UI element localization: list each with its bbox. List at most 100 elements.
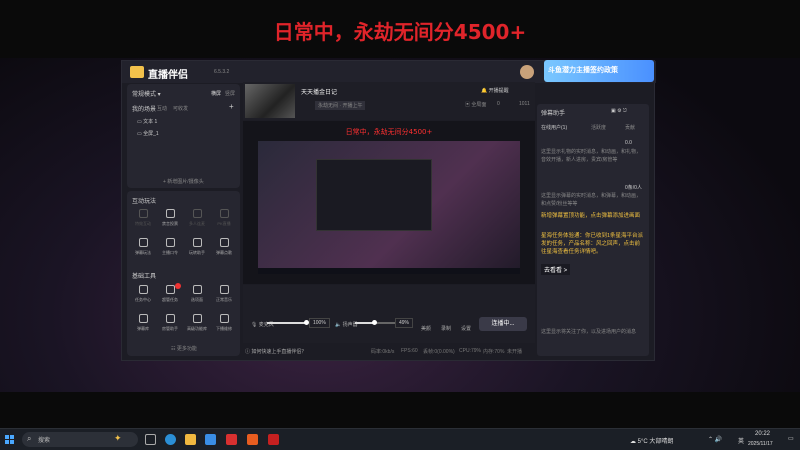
cover-thumbnail[interactable] <box>245 84 295 118</box>
chat-panel: 弹幕助手 ▣ ⚙ ⎋ 在线用户(1) 活跃度 贡献 0.0 这里显示礼物的实时消… <box>537 104 649 356</box>
task-view-icon[interactable] <box>145 434 156 445</box>
stream-category[interactable]: 永劫无间 · 开播上午 <box>315 101 366 110</box>
scene-item[interactable]: ▭ 文本 1 <box>137 118 157 125</box>
tab-activity[interactable]: 活跃度 <box>591 124 606 131</box>
settings-button[interactable]: 设置 <box>461 325 471 332</box>
new-source-button[interactable]: + 新增图片/摄像头 <box>163 178 204 185</box>
slides-icon <box>192 285 202 294</box>
notice-star-task[interactable]: 星海任务体验通：你已收到1条星海平台派发的任务，产品名称：风之回声，点击前往星海… <box>541 232 645 256</box>
multi-user-icon <box>192 209 202 218</box>
store-icon[interactable] <box>205 434 216 445</box>
tab-contribution[interactable]: 贡献 <box>625 124 635 131</box>
orientation-horizontal[interactable]: 横屏 <box>211 90 221 97</box>
mic-slider[interactable] <box>267 320 309 325</box>
schedule-reminder[interactable]: 🔔 开播提醒 <box>481 87 509 94</box>
tool-assistant[interactable]: 玩转助手 <box>184 238 210 256</box>
tab-my-scenes[interactable]: 我的场景 <box>132 104 156 113</box>
ad-icon <box>165 285 175 294</box>
record-button[interactable]: 录制 <box>441 325 451 332</box>
go-live-button[interactable]: 连播中... <box>479 317 527 331</box>
stream-header: 天天播金日记 永劫无间 · 开播上午 🔔 开播提醒 ▣ 全局面 0 1011 <box>243 82 535 120</box>
tool-multi-mic[interactable]: 多人连麦 <box>184 209 210 227</box>
user-avatar[interactable] <box>520 65 534 79</box>
search-icon: ⌕ <box>27 434 32 443</box>
tab-interact[interactable]: 互动 <box>157 105 167 112</box>
promo-banner[interactable]: 斗鱼潜力主播签约政策 <box>544 60 654 82</box>
start-icon[interactable] <box>5 435 15 445</box>
tool-pk[interactable]: PK直播 <box>211 209 237 227</box>
command-icon <box>165 238 175 247</box>
more-features-button[interactable]: ☷ 更多功能 <box>171 345 197 352</box>
notification-icon[interactable]: ▭ <box>788 435 794 442</box>
library-icon <box>138 314 148 323</box>
speaker-slider-knob[interactable] <box>372 320 377 325</box>
bitrate-readout: 码率:0kb/s <box>371 349 395 355</box>
chat-panel-title: 弹幕助手 <box>541 111 566 117</box>
global-badge[interactable]: ▣ 全局面 <box>465 101 486 108</box>
tool-task-center[interactable]: 任务中心 <box>130 285 156 303</box>
stage-caption[interactable]: 日常中，永劫无间分4500+ <box>243 127 535 137</box>
fps-readout: FPS:60 <box>401 348 418 354</box>
tab-sendable[interactable]: 可收发 <box>173 105 188 112</box>
edge-icon[interactable] <box>165 434 176 445</box>
see-more-link[interactable]: 去看看 > <box>541 264 571 275</box>
help-link[interactable]: ⓘ 如何快速上手直播伴侣？ <box>245 348 306 355</box>
tool-music[interactable]: 正常音乐 <box>211 285 237 303</box>
notice-pin[interactable]: 新增弹幕置顶功能，点击弹幕添加进画面 <box>541 212 645 220</box>
tool-fx[interactable]: 特效互动 <box>130 209 156 227</box>
app-icon[interactable] <box>247 434 258 445</box>
mic-value[interactable]: 100% <box>309 318 330 328</box>
tool-advanced[interactable]: 高级功能库 <box>184 314 210 332</box>
tool-repair[interactable]: 下播维修 <box>211 314 237 332</box>
tool-command[interactable]: 主播口令 <box>157 238 183 256</box>
status-bar: ⓘ 如何快速上手直播伴侣？ 码率:0kb/s FPS:60 丢帧:0(0.00%… <box>243 346 535 356</box>
panel-settings-icons[interactable]: ▣ ⚙ ⎋ <box>611 108 627 114</box>
clock-time[interactable]: 20:22 <box>755 431 770 437</box>
advanced-icon <box>192 314 202 323</box>
basic-tools-title: 基础工具 <box>132 274 157 280</box>
wps-icon[interactable] <box>226 434 237 445</box>
mode-select[interactable]: 常规模式 ▾ <box>132 89 161 98</box>
live-companion-icon[interactable] <box>268 434 279 445</box>
tool-manager[interactable]: 房管助手 <box>157 314 183 332</box>
viewer-count: 1011 <box>519 101 530 107</box>
tool-song[interactable]: 弹幕点歌 <box>211 238 237 256</box>
nested-taskbar <box>258 268 520 274</box>
tool-library[interactable]: 弹幕库 <box>130 314 156 332</box>
stream-title[interactable]: 天天播金日记 <box>301 87 337 96</box>
overlay-title: 日常中，永劫无间分4500+ <box>273 20 527 44</box>
app-logo-icon <box>130 66 144 78</box>
scene-item[interactable]: ▭ 全屏_1 <box>137 130 159 137</box>
orientation-vertical[interactable]: 竖屏 <box>225 90 235 97</box>
tool-slides[interactable]: 选项面 <box>184 285 210 303</box>
interaction-title: 互动玩法 <box>132 199 157 205</box>
clock-date[interactable]: 2025/11/17 <box>748 441 773 447</box>
windows-taskbar: ⌕ 搜索 ✦ ☁ 5°C 大部晴朗 ⌃ 🔊 英 20:22 2025/11/17… <box>0 428 800 450</box>
weather-widget[interactable]: ☁ 5°C 大部晴朗 <box>630 436 673 445</box>
overlay-banner: 日常中，永劫无间分4500+ <box>0 0 800 58</box>
download-icon <box>219 285 229 294</box>
scene-panel: 常规模式 ▾ 横屏 竖屏 我的场景 互动 可收发 + ▭ 文本 1 ▭ 全屏_1… <box>127 84 240 188</box>
tray-icons[interactable]: ⌃ 🔊 <box>708 436 722 443</box>
preview-stage[interactable]: 日常中，永劫无间分4500+ <box>243 121 535 284</box>
add-scene-icon[interactable]: + <box>229 102 234 111</box>
speaker-slider[interactable] <box>355 320 395 325</box>
taskbar-search[interactable]: ⌕ 搜索 ✦ <box>22 432 138 447</box>
dropped-frames-readout: 丢帧:0(0.00%) <box>423 349 455 355</box>
speaker-value[interactable]: 49% <box>395 318 414 328</box>
captured-screen <box>258 141 520 274</box>
tool-vote[interactable]: 禁言投票 <box>157 209 183 227</box>
tool-danmaku-play[interactable]: 弹幕玩法 <box>130 238 156 256</box>
cpu-readout: CPU:79% <box>459 348 481 354</box>
search-placeholder: 搜索 <box>38 438 51 444</box>
wrench-icon <box>219 314 229 323</box>
gift-count: 0.0 <box>625 140 632 146</box>
app-name: 直播伴侣 <box>148 70 188 81</box>
tab-online-users[interactable]: 在线用户(1) <box>541 124 567 131</box>
music-icon <box>219 238 229 247</box>
shield-icon <box>165 209 175 218</box>
input-language[interactable]: 英 <box>738 436 744 445</box>
file-explorer-icon[interactable] <box>185 434 196 445</box>
notification-badge <box>175 283 181 289</box>
beauty-button[interactable]: 美颜 <box>421 325 431 332</box>
